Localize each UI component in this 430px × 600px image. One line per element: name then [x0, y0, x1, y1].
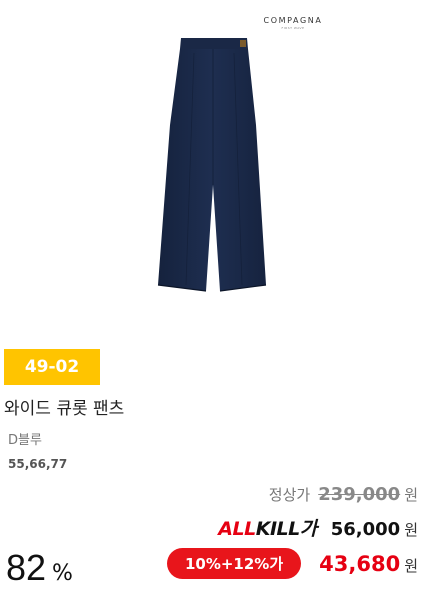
allkill-logo-prefix: ALL: [218, 518, 256, 540]
brand-subtitle: FIRST WAVE: [281, 26, 305, 30]
product-sizes: 55,66,77: [8, 457, 68, 471]
coupon-discount-badge[interactable]: 10%+12%가: [166, 548, 302, 579]
pants-photo: [157, 38, 267, 292]
allkill-price-row: ALLKILL가 56,000 원: [218, 514, 418, 541]
discount-value: 82: [6, 547, 47, 588]
allkill-price: 56,000: [330, 519, 401, 540]
brand-logo: COMPAGNA FIRST WAVE: [248, 16, 338, 30]
currency-unit: 원: [404, 557, 418, 575]
product-image[interactable]: COMPAGNA FIRST WAVE: [0, 0, 430, 340]
product-color: D블루: [8, 433, 42, 448]
regular-price-label: 정상가: [268, 486, 311, 504]
allkill-logo-mid: KILL: [255, 518, 301, 540]
regular-price-row: 정상가 239,000 원: [269, 484, 418, 505]
final-price-row: 10%+12%가 43,680 원: [166, 548, 418, 581]
regular-price: 239,000: [318, 484, 401, 505]
allkill-logo-suffix: 가: [299, 518, 317, 540]
allkill-logo: ALLKILL가: [218, 514, 317, 541]
brand-name: COMPAGNA: [263, 16, 323, 25]
product-name[interactable]: 와이드 큐롯 팬츠: [4, 394, 124, 419]
currency-unit: 원: [404, 486, 418, 504]
discount-rate: 82 %: [6, 547, 73, 589]
currency-unit: 원: [404, 521, 418, 539]
product-code-badge: 49-02: [4, 349, 100, 385]
discount-unit: %: [52, 561, 73, 586]
final-price: 43,680: [319, 552, 401, 576]
